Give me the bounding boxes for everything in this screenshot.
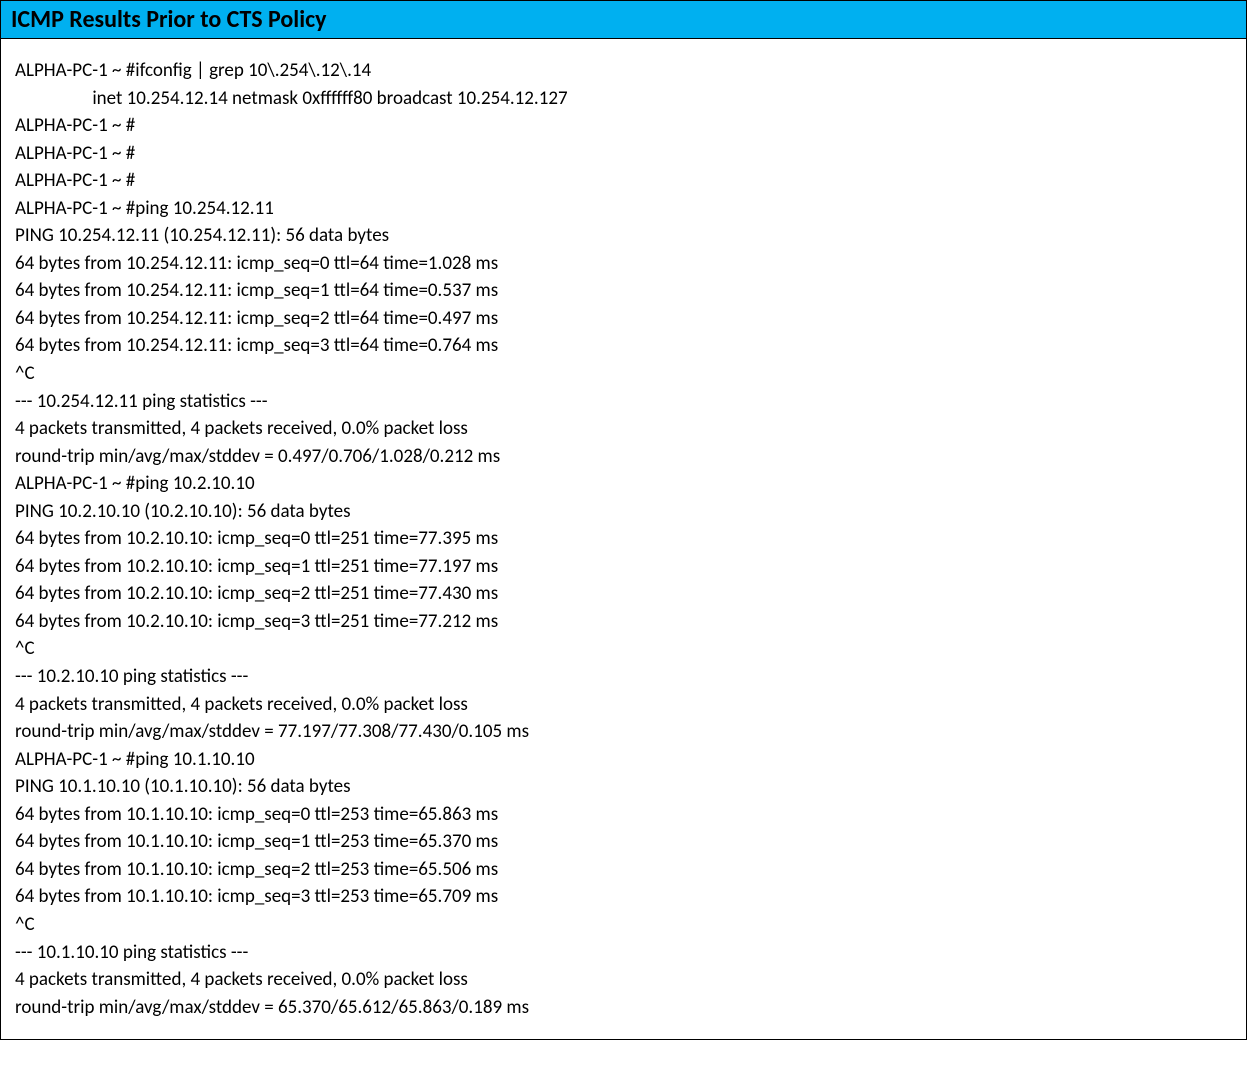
terminal-line: 64 bytes from 10.1.10.10: icmp_seq=0 ttl… (15, 801, 1232, 829)
terminal-line: ^C (15, 635, 1232, 663)
terminal-line: --- 10.1.10.10 ping statistics --- (15, 939, 1232, 967)
terminal-line: ALPHA-PC-1 ~ # (15, 140, 1232, 168)
terminal-line: round-trip min/avg/max/stddev = 77.197/7… (15, 718, 1232, 746)
terminal-line: 4 packets transmitted, 4 packets receive… (15, 966, 1232, 994)
terminal-line: inet 10.254.12.14 netmask 0xffffff80 bro… (15, 85, 1232, 113)
terminal-line: ALPHA-PC-1 ~ # (15, 112, 1232, 140)
terminal-line: 64 bytes from 10.1.10.10: icmp_seq=1 ttl… (15, 828, 1232, 856)
terminal-line: round-trip min/avg/max/stddev = 65.370/6… (15, 994, 1232, 1022)
terminal-line: round-trip min/avg/max/stddev = 0.497/0.… (15, 443, 1232, 471)
terminal-line: ALPHA-PC-1 ~ #ping 10.2.10.10 (15, 470, 1232, 498)
terminal-line: 64 bytes from 10.2.10.10: icmp_seq=0 ttl… (15, 525, 1232, 553)
document-container: ICMP Results Prior to CTS Policy ALPHA-P… (0, 0, 1247, 1040)
terminal-line: 64 bytes from 10.254.12.11: icmp_seq=3 t… (15, 332, 1232, 360)
terminal-line: 64 bytes from 10.254.12.11: icmp_seq=1 t… (15, 277, 1232, 305)
terminal-line: 64 bytes from 10.2.10.10: icmp_seq=2 ttl… (15, 580, 1232, 608)
terminal-line: 64 bytes from 10.254.12.11: icmp_seq=0 t… (15, 250, 1232, 278)
terminal-line: ALPHA-PC-1 ~ #ping 10.1.10.10 (15, 746, 1232, 774)
terminal-line: 64 bytes from 10.2.10.10: icmp_seq=1 ttl… (15, 553, 1232, 581)
terminal-line: 64 bytes from 10.254.12.11: icmp_seq=2 t… (15, 305, 1232, 333)
page-title: ICMP Results Prior to CTS Policy (11, 5, 1236, 34)
terminal-line: PING 10.1.10.10 (10.1.10.10): 56 data by… (15, 773, 1232, 801)
terminal-line: 64 bytes from 10.2.10.10: icmp_seq=3 ttl… (15, 608, 1232, 636)
terminal-line: 64 bytes from 10.1.10.10: icmp_seq=3 ttl… (15, 883, 1232, 911)
terminal-line: 4 packets transmitted, 4 packets receive… (15, 691, 1232, 719)
terminal-line: ALPHA-PC-1 ~ #ping 10.254.12.11 (15, 195, 1232, 223)
terminal-line: 4 packets transmitted, 4 packets receive… (15, 415, 1232, 443)
terminal-line: PING 10.2.10.10 (10.2.10.10): 56 data by… (15, 498, 1232, 526)
terminal-line: --- 10.2.10.10 ping statistics --- (15, 663, 1232, 691)
terminal-line: --- 10.254.12.11 ping statistics --- (15, 388, 1232, 416)
terminal-line: ^C (15, 360, 1232, 388)
terminal-line: ALPHA-PC-1 ~ # (15, 167, 1232, 195)
terminal-line: PING 10.254.12.11 (10.254.12.11): 56 dat… (15, 222, 1232, 250)
terminal-line: 64 bytes from 10.1.10.10: icmp_seq=2 ttl… (15, 856, 1232, 884)
terminal-line: ^C (15, 911, 1232, 939)
terminal-output: ALPHA-PC-1 ~ #ifconfig | grep 10\.254\.1… (1, 39, 1246, 1039)
terminal-line: ALPHA-PC-1 ~ #ifconfig | grep 10\.254\.1… (15, 57, 1232, 85)
header-bar: ICMP Results Prior to CTS Policy (1, 1, 1246, 39)
